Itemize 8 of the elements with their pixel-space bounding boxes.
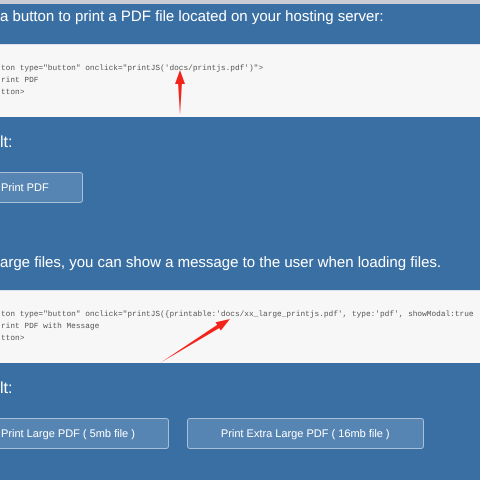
arrow-annotation [160, 319, 230, 363]
section-heading: arge files, you can show a message to the user when loading files. [0, 253, 442, 273]
print-button[interactable]: Print Large PDF ( 5mb file ) [0, 418, 169, 449]
section-heading: a button to print a PDF file located on your hosting server: [0, 7, 385, 27]
print-button[interactable]: Print PDF [0, 172, 83, 203]
result-label: lt: [0, 379, 14, 399]
result-label: lt: [0, 133, 14, 153]
print-button[interactable]: Print Extra Large PDF ( 16mb file ) [186, 418, 424, 449]
